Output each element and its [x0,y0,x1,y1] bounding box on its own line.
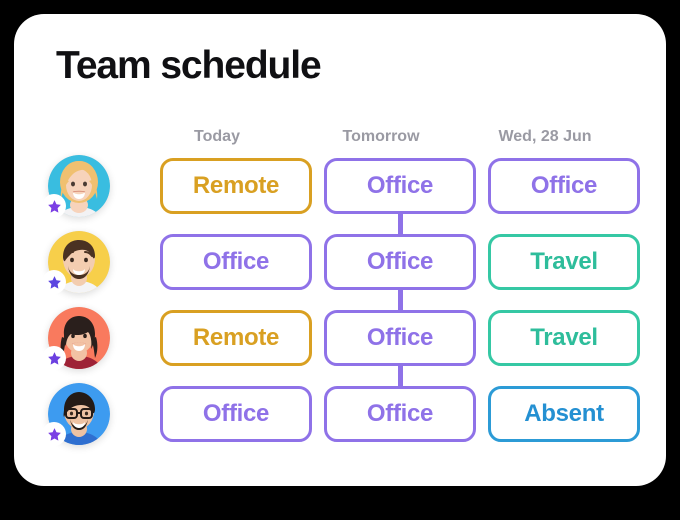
schedule-cell[interactable]: Office [160,234,312,290]
column-header-wed-28-jun: Wed, 28 Jun [498,128,592,145]
schedule-cell[interactable]: Office [160,386,312,442]
avatar[interactable] [42,231,110,294]
avatar[interactable] [42,307,110,370]
schedule-grid: Today Tomorrow Wed, 28 Jun Remote Office… [14,14,666,486]
column-header-tomorrow: Tomorrow [342,128,420,145]
star-badge [42,346,66,370]
avatar[interactable] [42,155,110,218]
star-icon [47,351,61,365]
schedule-cell[interactable]: Travel [488,234,640,290]
schedule-cell[interactable]: Office [488,158,640,214]
schedule-cell[interactable]: Office [324,158,476,214]
schedule-cell[interactable]: Office [324,234,476,290]
schedule-row: Remote Office Travel [14,307,666,370]
schedule-row: Office Office Absent [14,383,666,446]
schedule-row: Office Office Travel [14,231,666,294]
schedule-cell[interactable]: Office [324,310,476,366]
avatar[interactable] [42,383,110,446]
schedule-cell[interactable]: Absent [488,386,640,442]
schedule-cell[interactable]: Office [324,386,476,442]
star-badge [42,422,66,446]
screen: Team schedule Today Tomorrow Wed, 28 Jun [0,0,680,520]
star-icon [47,427,61,441]
star-badge [42,194,66,218]
schedule-cell[interactable]: Travel [488,310,640,366]
schedule-row: Remote Office Office [14,155,666,218]
schedule-cell[interactable]: Remote [160,310,312,366]
star-icon [47,275,61,289]
team-schedule-card: Team schedule Today Tomorrow Wed, 28 Jun [14,14,666,486]
schedule-cell[interactable]: Remote [160,158,312,214]
star-icon [47,199,61,213]
column-header-today: Today [194,128,240,145]
star-badge [42,270,66,294]
